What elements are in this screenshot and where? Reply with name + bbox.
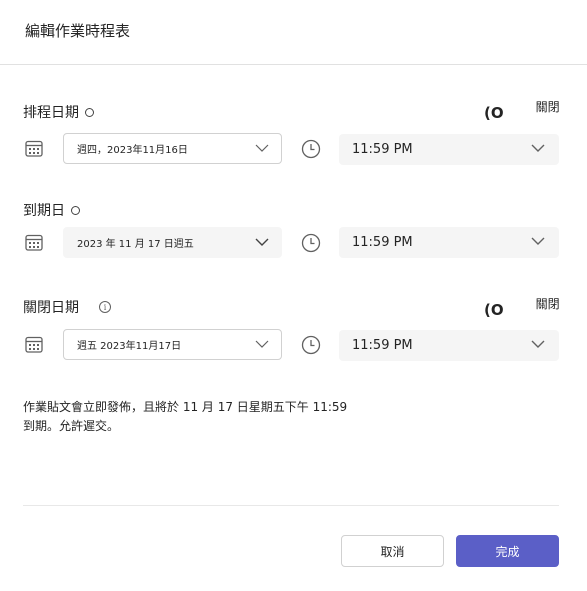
close-date-picker[interactable]: 週五 2023年11月17日 xyxy=(63,329,282,360)
schedule-time-value: 11:59 PM xyxy=(352,142,413,157)
summary-line: 作業貼文會立即發佈，且將於 11 月 17 日星期五下午 11:59 xyxy=(23,400,348,414)
schedule-date-value: 週四，2023年11月16日 xyxy=(77,145,188,156)
calendar-icon[interactable] xyxy=(25,140,43,157)
close-time-value: 11:59 PM xyxy=(352,338,413,353)
schedule-time-picker[interactable]: 11:59 PM xyxy=(339,134,559,165)
header-divider xyxy=(0,64,587,65)
due-date-label: 到期日 xyxy=(23,200,80,220)
close-date-toggle[interactable]: (O 關閉 xyxy=(484,297,560,319)
chevron-down-icon xyxy=(255,340,269,348)
toggle-switch-glyph: (O xyxy=(484,104,504,122)
done-button[interactable]: 完成 xyxy=(456,535,559,567)
due-date-picker[interactable]: 2023 年 11 月 17 日週五 xyxy=(63,227,282,258)
due-date-value: 2023 年 11 月 17 日週五 xyxy=(77,239,194,250)
schedule-date-label: 排程日期 xyxy=(23,102,94,122)
cancel-button[interactable]: 取消 xyxy=(341,535,444,567)
chevron-down-icon xyxy=(531,340,545,348)
chevron-down-icon xyxy=(255,238,269,246)
chevron-down-icon xyxy=(531,237,545,245)
ring-icon xyxy=(71,205,80,215)
calendar-icon[interactable] xyxy=(25,234,43,251)
info-icon[interactable]: i xyxy=(99,301,111,313)
chevron-down-icon xyxy=(255,144,269,152)
dialog-title: 編輯作業時程表 xyxy=(25,22,131,40)
schedule-date-picker[interactable]: 週四，2023年11月16日 xyxy=(63,133,282,164)
toggle-state-label: 關閉 xyxy=(535,297,560,311)
due-time-picker[interactable]: 11:59 PM xyxy=(339,227,559,258)
toggle-state-label: 關閉 xyxy=(535,100,560,114)
due-time-value: 11:59 PM xyxy=(352,235,413,250)
close-date-label: 關閉日期 i xyxy=(23,297,111,317)
summary-line: 到期。允許遲交。 xyxy=(23,419,120,433)
schedule-date-label-text: 排程日期 xyxy=(23,105,79,121)
clock-icon xyxy=(301,139,321,159)
schedule-summary: 作業貼文會立即發佈，且將於 11 月 17 日星期五下午 11:59 到期。允許… xyxy=(23,398,443,436)
ring-icon xyxy=(85,107,94,117)
close-date-label-text: 關閉日期 xyxy=(23,300,79,316)
clock-icon xyxy=(301,233,321,253)
chevron-down-icon xyxy=(531,144,545,152)
due-date-label-text: 到期日 xyxy=(23,203,65,219)
toggle-switch-glyph: (O xyxy=(484,301,504,319)
schedule-date-toggle[interactable]: (O 關閉 xyxy=(484,100,560,122)
close-time-picker[interactable]: 11:59 PM xyxy=(339,330,559,361)
clock-icon xyxy=(301,335,321,355)
calendar-icon[interactable] xyxy=(25,336,43,353)
footer-divider xyxy=(23,505,559,506)
close-date-value: 週五 2023年11月17日 xyxy=(77,341,182,352)
